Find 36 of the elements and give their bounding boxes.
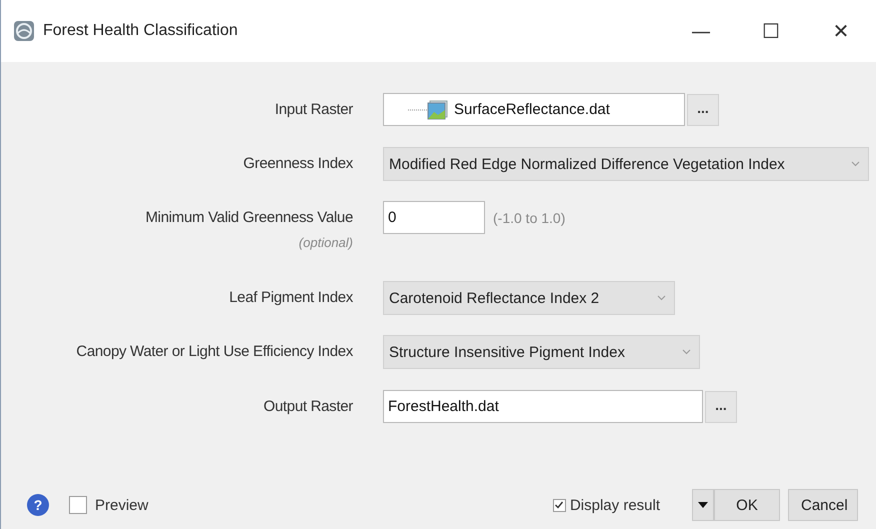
chevron-down-icon xyxy=(657,295,666,301)
app-logo-icon xyxy=(13,20,35,42)
dropdown[interactable]: Modified Red Edge Normalized Difference Vegetation Index xyxy=(383,147,869,181)
display-result-label: Display result xyxy=(570,496,660,514)
options-dropdown-button[interactable] xyxy=(692,489,714,521)
ok-button[interactable]: OK xyxy=(714,489,780,521)
chevron-down-icon xyxy=(851,161,860,167)
field-label: Output Raster xyxy=(264,398,353,415)
minimize-button[interactable]: — xyxy=(666,0,736,62)
file-name: ForestHealth.dat xyxy=(388,398,499,415)
preview-checkbox[interactable] xyxy=(69,496,87,514)
raster-layer-icon xyxy=(408,100,448,120)
preview-label: Preview xyxy=(95,496,148,514)
field-label: Input Raster xyxy=(274,101,353,118)
field-label: Greenness Index xyxy=(243,155,353,172)
cancel-button[interactable]: Cancel xyxy=(788,489,858,521)
file-field[interactable]: SurfaceReflectance.dat xyxy=(383,93,685,126)
field-label: Minimum Valid Greenness Value xyxy=(145,209,353,226)
browse-button[interactable]: ... xyxy=(705,390,737,422)
number-field[interactable]: 0 xyxy=(383,201,485,234)
optional-note: (optional) xyxy=(298,235,353,250)
close-button[interactable]: ✕ xyxy=(806,0,876,62)
browse-button[interactable]: ... xyxy=(687,94,719,126)
field-label: Leaf Pigment Index xyxy=(229,289,353,306)
caret-down-icon xyxy=(698,502,708,508)
file-field[interactable]: ForestHealth.dat xyxy=(383,390,703,423)
help-button[interactable]: ? xyxy=(27,494,49,516)
window-title: Forest Health Classification xyxy=(43,22,239,40)
field-label: Canopy Water or Light Use Efficiency Index xyxy=(76,343,353,360)
dropdown[interactable]: Structure Insensitive Pigment Index xyxy=(383,335,700,369)
display-result-checkbox[interactable] xyxy=(552,498,566,512)
chevron-down-icon xyxy=(682,349,691,355)
range-hint: (-1.0 to 1.0) xyxy=(493,210,566,226)
maximize-button[interactable]: ☐ xyxy=(736,0,806,62)
dropdown[interactable]: Carotenoid Reflectance Index 2 xyxy=(383,281,675,315)
file-name: SurfaceReflectance.dat xyxy=(454,101,610,118)
